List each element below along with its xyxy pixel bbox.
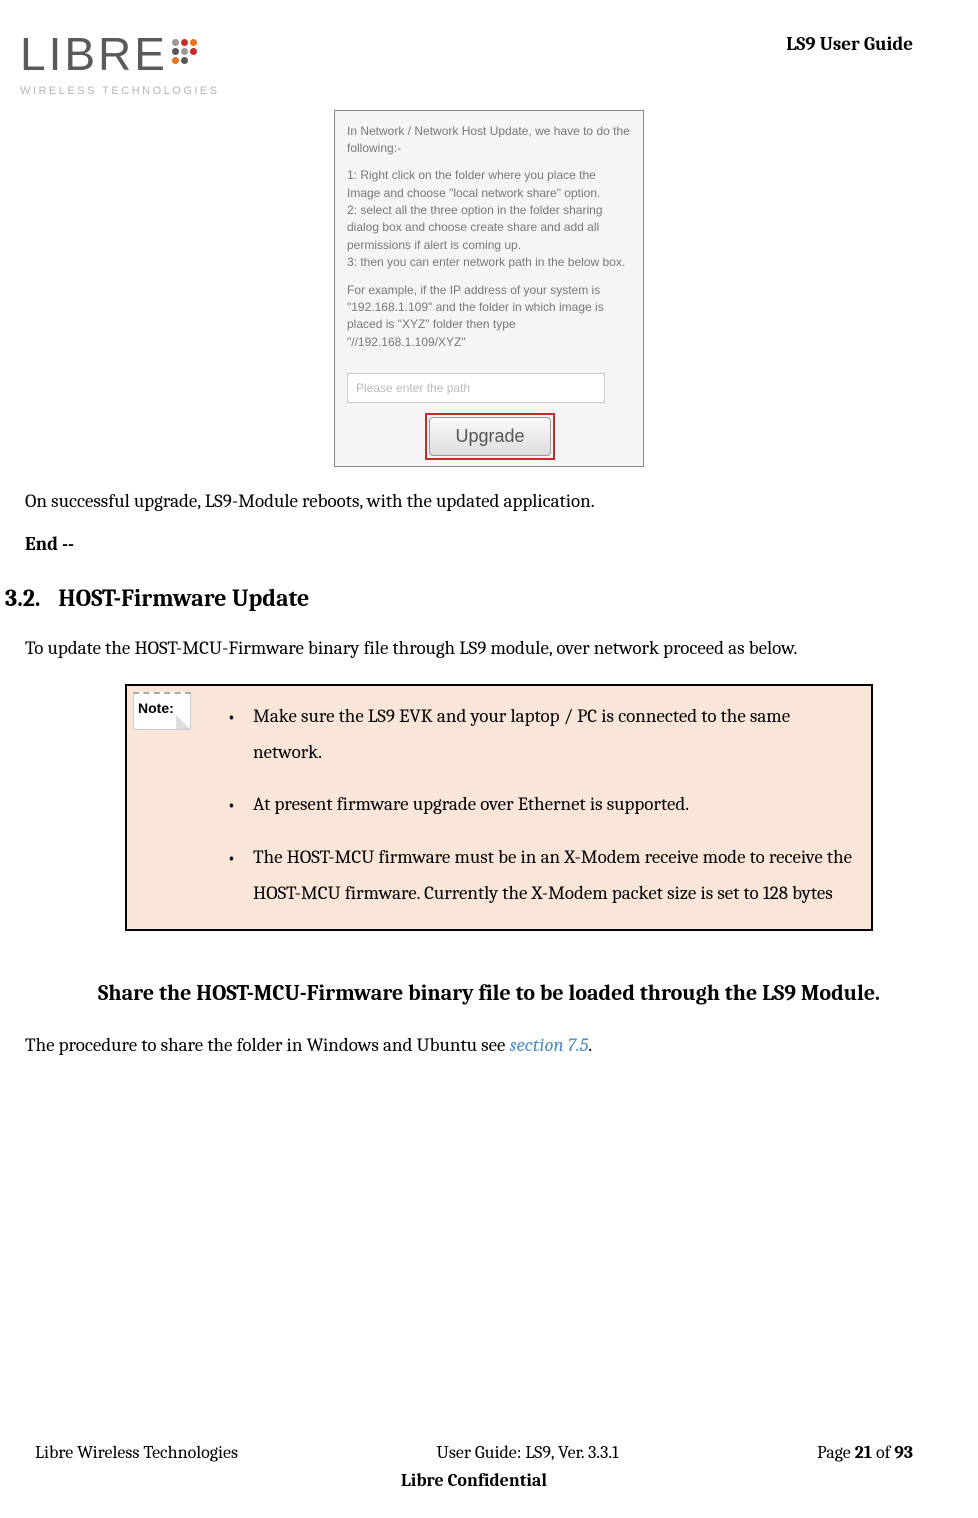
note-item: Make sure the LS9 EVK and your laptop / … (227, 698, 857, 770)
note-sticky-icon: Note: (133, 692, 191, 730)
dialog-example: For example, if the IP address of your s… (347, 282, 631, 352)
footer-page-number: Page 21 of 93 (817, 1439, 913, 1466)
section-title: HOST-Firmware Update (58, 580, 309, 616)
note-label: Note: (138, 700, 174, 716)
section-intro: To update the HOST-MCU-Firmware binary f… (25, 630, 953, 666)
end-marker: End -- (25, 530, 953, 559)
footer-confidential: Libre Confidential (401, 1470, 547, 1491)
dialog-step-1: 1: Right click on the folder where you p… (347, 168, 600, 199)
dialog-step-3: 3: then you can enter network path in th… (347, 255, 625, 269)
dialog-step-2: 2: select all the three option in the fo… (347, 203, 603, 252)
upgrade-button: Upgrade (429, 417, 551, 456)
share-para-suffix: . (588, 1034, 592, 1056)
page-content: In Network / Network Host Update, we hav… (0, 110, 978, 1060)
note-box: Note: Make sure the LS9 EVK and your lap… (125, 684, 873, 930)
note-item: The HOST-MCU firmware must be in an X-Mo… (227, 839, 857, 911)
success-paragraph: On successful upgrade, LS9-Module reboot… (25, 487, 953, 516)
upgrade-button-highlight: Upgrade (425, 413, 555, 460)
page-footer: Libre Wireless Technologies User Guide: … (0, 1439, 978, 1494)
share-para-prefix: The procedure to share the folder in Win… (25, 1034, 510, 1056)
upgrade-dialog-screenshot: In Network / Network Host Update, we hav… (334, 110, 644, 468)
logo-text: LIBRE (20, 20, 168, 89)
logo-subtitle: WIRELESS TECHNOLOGIES (20, 83, 245, 100)
page-header: LIBRE WIRELESS TECHNOLOGIES LS9 User Gui… (0, 0, 978, 100)
share-heading: Share the HOST-MCU-Firmware binary file … (55, 973, 923, 1015)
footer-doc-version: User Guide: LS9, Ver. 3.3.1 (436, 1439, 618, 1466)
share-paragraph: The procedure to share the folder in Win… (25, 1031, 953, 1060)
dialog-intro: In Network / Network Host Update, we hav… (347, 123, 631, 158)
footer-company: Libre Wireless Technologies (35, 1439, 238, 1466)
document-title: LS9 User Guide (786, 30, 913, 59)
section-number: 3.2. (5, 580, 40, 616)
company-logo: LIBRE WIRELESS TECHNOLOGIES (20, 20, 245, 100)
note-item: At present firmware upgrade over Etherne… (227, 786, 857, 822)
network-path-input: Please enter the path (347, 373, 605, 403)
section-heading: 3.2. HOST-Firmware Update (25, 580, 953, 616)
logo-dots-icon (172, 39, 197, 64)
section-link[interactable]: section 7.5 (510, 1034, 589, 1056)
